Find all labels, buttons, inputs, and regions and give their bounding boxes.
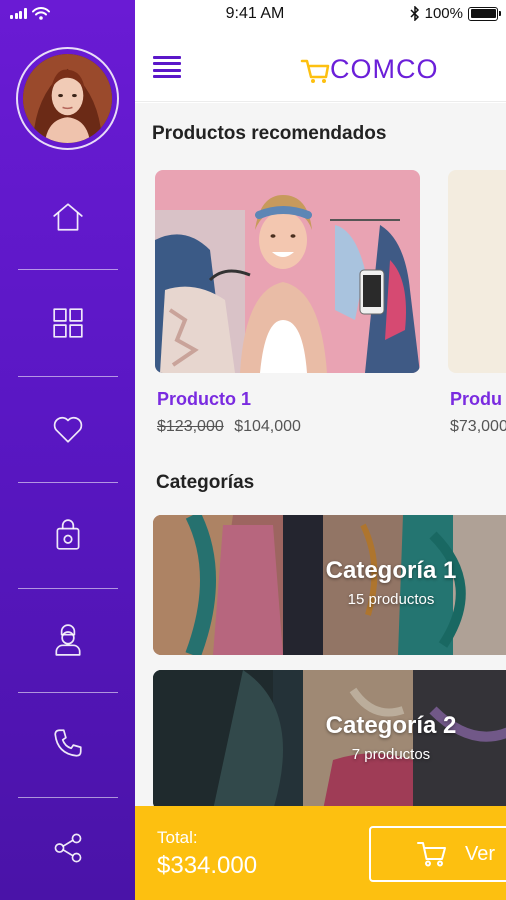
battery-icon [468, 6, 501, 21]
sidebar-divider [18, 269, 118, 270]
product-name[interactable]: Producto 1 [157, 389, 251, 410]
sidebar-divider [18, 376, 118, 377]
sidebar-item-profile[interactable] [18, 590, 118, 690]
user-icon [55, 624, 81, 656]
shopping-bag-icon [56, 519, 80, 550]
product-card[interactable]: Produ $73,000 [448, 170, 506, 435]
sidebar-item-contact[interactable] [18, 693, 118, 793]
categories-section-title: Categorías [156, 472, 255, 493]
total-value: $334.000 [157, 852, 258, 879]
home-icon [53, 203, 83, 231]
product-card[interactable]: Producto 1 $123,000 $104,000 [155, 170, 420, 435]
view-cart-label: Ver [465, 842, 496, 865]
category-count: 15 productos [347, 591, 435, 608]
logo-text: COMCO [330, 54, 439, 84]
phone-icon [54, 729, 82, 757]
recommended-section-title: Productos recomendados [152, 123, 387, 144]
shopping-cart-icon [417, 842, 446, 867]
signal-status [10, 5, 50, 21]
product-price: $73,000 [450, 418, 506, 435]
share-icon [54, 833, 82, 863]
profile-avatar[interactable] [16, 47, 119, 150]
product-image [155, 170, 420, 373]
category-count: 7 productos [351, 746, 431, 763]
category-name: Categoría 1 [325, 557, 457, 584]
product-name[interactable]: Produ [450, 389, 502, 410]
bluetooth-icon [410, 6, 419, 21]
cellular-signal-icon [10, 7, 27, 19]
avatar [23, 54, 112, 143]
total-label: Total: [157, 828, 198, 847]
category-card[interactable]: Categoría 1 15 productos [153, 515, 506, 655]
app-header: COMCO [135, 28, 506, 102]
battery-percent: 100% [424, 5, 463, 22]
heart-icon [53, 416, 83, 443]
product-image [448, 170, 506, 373]
category-card[interactable]: Categoría 2 7 productos [153, 670, 506, 806]
main-content: Productos recomendados Producto 1 $123,0… [135, 103, 506, 806]
product-old-price: $123,000 [157, 418, 224, 435]
hamburger-menu-icon[interactable] [153, 56, 181, 78]
grid-icon [53, 308, 83, 338]
app-logo[interactable]: COMCO [300, 54, 439, 85]
sidebar-divider [18, 588, 118, 589]
status-time: 9:41 AM [225, 5, 285, 22]
sidebar-item-share[interactable] [18, 798, 118, 898]
cart-total-bar: Total: $334.000 Ver [135, 806, 506, 900]
wifi-icon [31, 6, 50, 20]
category-name: Categoría 2 [325, 712, 457, 739]
sidebar-item-home[interactable] [18, 167, 118, 267]
product-price: $104,000 [234, 418, 301, 435]
sidebar-item-categories[interactable] [18, 273, 118, 373]
sidebar-item-favorites[interactable] [18, 379, 118, 479]
status-bar: 9:41 AM 100% [135, 0, 506, 28]
view-cart-button[interactable]: Ver [369, 826, 506, 882]
sidebar [0, 0, 135, 900]
sidebar-divider [18, 482, 118, 483]
cart-logo-icon [300, 59, 330, 83]
sidebar-item-orders[interactable] [18, 485, 118, 585]
